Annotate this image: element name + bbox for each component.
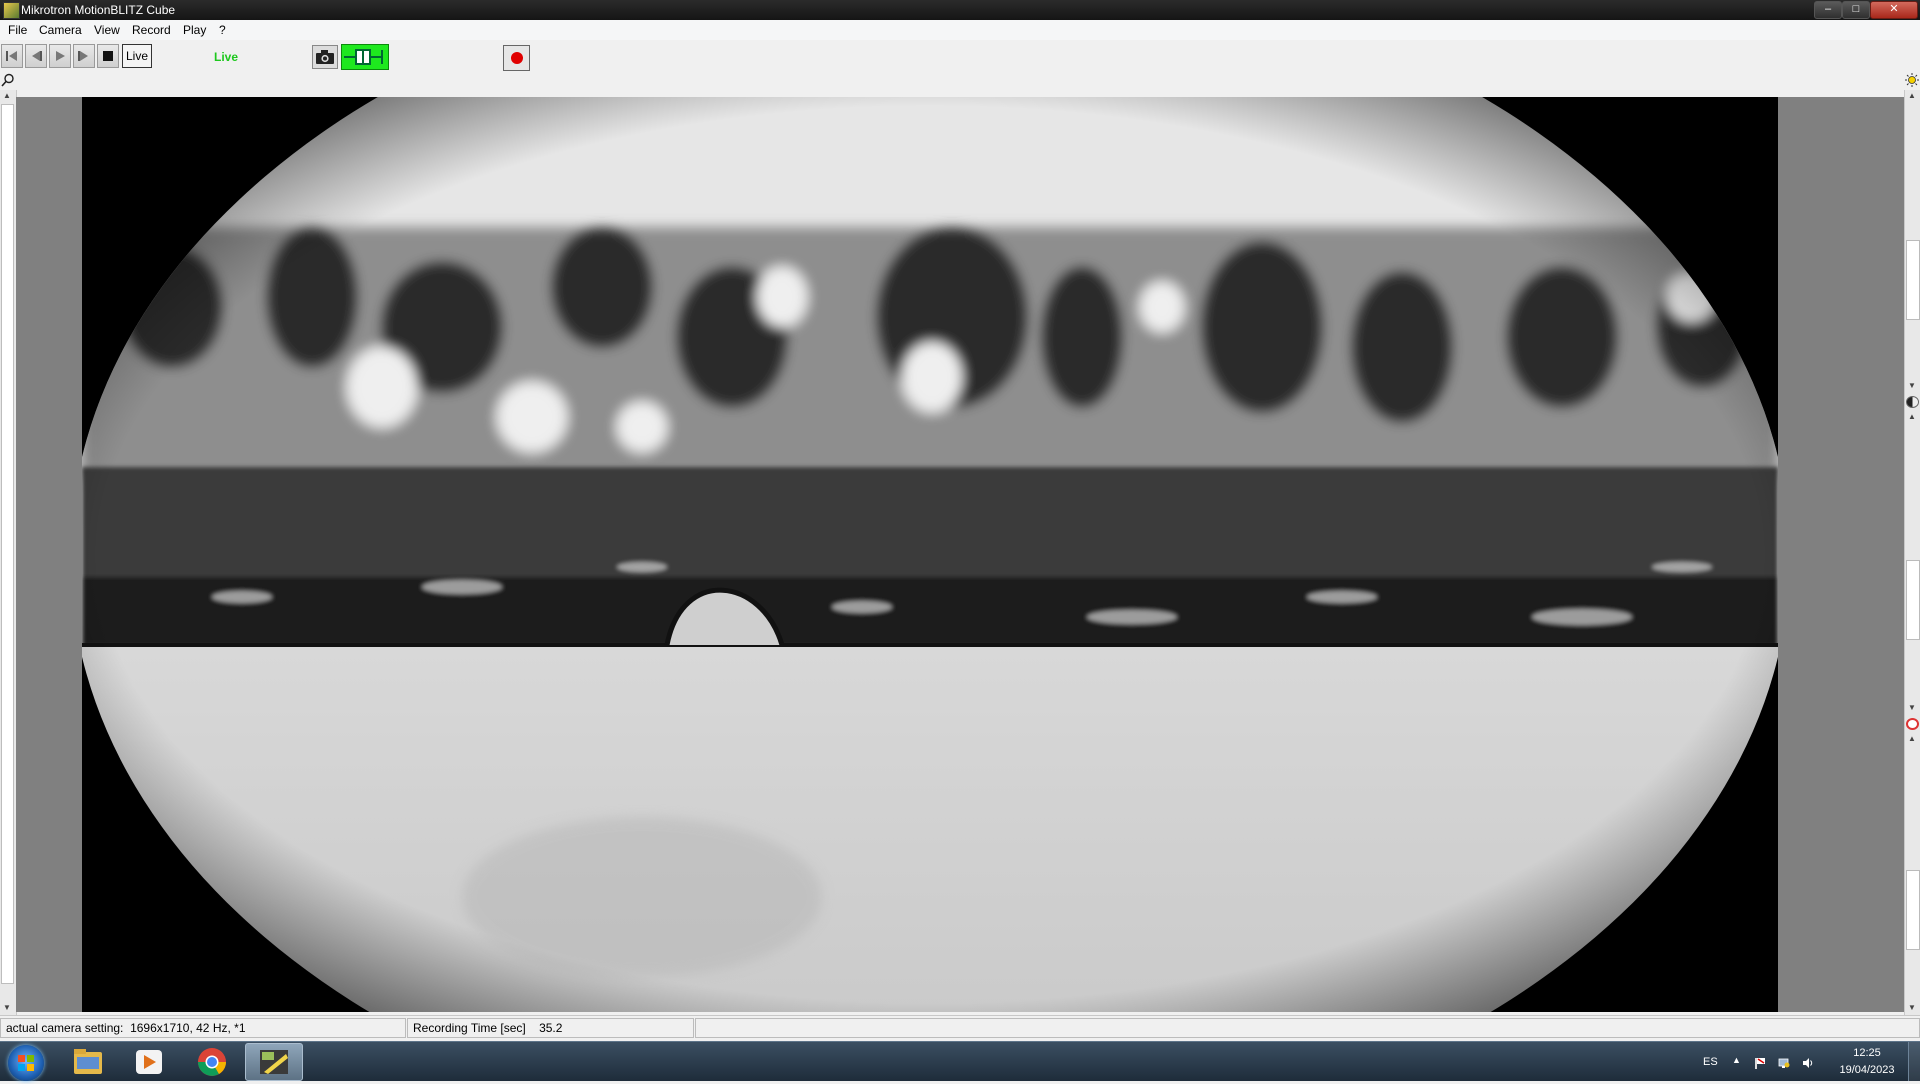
status-bar: actual camera setting: 1696x1710, 42 Hz,… bbox=[0, 1015, 1920, 1042]
toolbar: Live Live bbox=[0, 40, 1920, 73]
windows-logo-icon bbox=[18, 1055, 34, 1071]
tray-clock-date[interactable]: 19/04/2023 bbox=[1832, 1064, 1902, 1076]
play-button[interactable] bbox=[49, 44, 71, 68]
status-empty-pane bbox=[695, 1018, 1920, 1038]
stop-icon bbox=[103, 51, 113, 61]
menu-play[interactable]: Play bbox=[183, 23, 206, 37]
volume-icon[interactable] bbox=[1802, 1057, 1814, 1069]
camera-setting-label: actual camera setting: bbox=[6, 1021, 124, 1035]
maximize-button[interactable]: □ bbox=[1842, 1, 1870, 19]
close-button[interactable]: ✕ bbox=[1870, 1, 1918, 19]
play-icon bbox=[56, 51, 65, 61]
folder-icon bbox=[74, 1049, 102, 1074]
menu-record[interactable]: Record bbox=[132, 23, 171, 37]
tray-language[interactable]: ES bbox=[1703, 1056, 1718, 1068]
chrome-icon bbox=[198, 1048, 226, 1076]
slider-up-arrow-icon[interactable]: ▲ bbox=[1905, 90, 1919, 102]
skip-back-icon bbox=[6, 51, 17, 61]
menu-bar: File Camera View Record Play ? bbox=[0, 20, 1920, 41]
window-title: Mikrotron MotionBLITZ Cube bbox=[21, 3, 176, 17]
record-button[interactable] bbox=[503, 45, 530, 71]
recording-time-label: Recording Time [sec] bbox=[413, 1021, 526, 1035]
contrast-down-arrow-icon[interactable]: ▼ bbox=[1905, 702, 1919, 714]
taskbar-motionblitz[interactable] bbox=[245, 1043, 303, 1081]
scroll-down-arrow-icon[interactable]: ▼ bbox=[0, 1002, 14, 1014]
scroll-up-arrow-icon[interactable]: ▲ bbox=[0, 90, 14, 102]
brightness-slider-thumb[interactable] bbox=[1906, 240, 1920, 320]
step-back-button[interactable] bbox=[25, 44, 47, 68]
menu-file[interactable]: File bbox=[8, 23, 27, 37]
contrast-slider-thumb[interactable] bbox=[1906, 560, 1920, 640]
left-scrollbar[interactable]: ▲ ▼ bbox=[0, 90, 17, 1015]
right-tool-sliders[interactable]: ▲ ▼ ▲ ▼ ▲ ▼ bbox=[1904, 90, 1920, 1015]
trigger-icon bbox=[344, 49, 383, 65]
tray-expand-icon[interactable]: ▲ bbox=[1732, 1055, 1741, 1065]
camera-setting-pane: actual camera setting: 1696x1710, 42 Hz,… bbox=[0, 1018, 406, 1038]
taskbar-chrome[interactable] bbox=[183, 1043, 241, 1081]
gamma-slider-thumb[interactable] bbox=[1906, 870, 1920, 950]
record-icon bbox=[511, 52, 523, 64]
action-center-flag-icon[interactable] bbox=[1754, 1057, 1766, 1069]
contrast-icon bbox=[1906, 396, 1919, 408]
taskbar: ES ▲ 12:25 19/04/2023 bbox=[0, 1041, 1920, 1081]
camera-image bbox=[82, 97, 1778, 1012]
step-forward-icon bbox=[78, 51, 88, 61]
recording-time-value: 35.2 bbox=[539, 1021, 563, 1035]
network-icon[interactable] bbox=[1778, 1057, 1790, 1069]
live-button[interactable]: Live bbox=[122, 44, 152, 68]
trigger-button[interactable] bbox=[341, 44, 389, 70]
step-back-icon bbox=[32, 51, 42, 61]
left-scroll-thumb[interactable] bbox=[1, 104, 14, 984]
recording-time-pane: Recording Time [sec] 35.2 bbox=[407, 1018, 694, 1038]
taskbar-media-player[interactable] bbox=[120, 1043, 178, 1081]
gamma-icon bbox=[1906, 718, 1919, 730]
minimize-button[interactable]: – bbox=[1814, 1, 1842, 19]
app-icon bbox=[3, 2, 20, 19]
brightness-icon[interactable] bbox=[1905, 73, 1919, 87]
tray-clock-time[interactable]: 12:25 bbox=[1832, 1047, 1902, 1059]
zoom-icon[interactable] bbox=[1, 73, 15, 87]
stop-button[interactable] bbox=[97, 44, 119, 68]
gamma-up-arrow-icon[interactable]: ▲ bbox=[1905, 733, 1919, 745]
contrast-up-arrow-icon[interactable]: ▲ bbox=[1905, 411, 1919, 423]
snapshot-button[interactable] bbox=[312, 45, 338, 69]
menu-help[interactable]: ? bbox=[219, 23, 226, 37]
skip-back-button[interactable] bbox=[1, 44, 23, 68]
menu-view[interactable]: View bbox=[94, 23, 120, 37]
start-button[interactable] bbox=[8, 1045, 44, 1081]
menu-camera[interactable]: Camera bbox=[39, 23, 82, 37]
camera-setting-value: 1696x1710, 42 Hz, *1 bbox=[130, 1021, 246, 1035]
title-bar: Mikrotron MotionBLITZ Cube – □ ✕ bbox=[0, 0, 1920, 20]
slider-down-arrow-icon[interactable]: ▼ bbox=[1905, 380, 1919, 392]
step-forward-button[interactable] bbox=[73, 44, 95, 68]
live-status-label: Live bbox=[214, 50, 239, 64]
media-player-icon bbox=[136, 1050, 162, 1074]
motionblitz-app-icon bbox=[260, 1050, 288, 1074]
show-desktop-button[interactable] bbox=[1908, 1042, 1920, 1081]
taskbar-file-explorer[interactable] bbox=[59, 1043, 117, 1081]
camera-frame-graphic bbox=[82, 97, 1778, 1012]
camera-icon bbox=[316, 50, 334, 64]
gamma-down-arrow-icon[interactable]: ▼ bbox=[1905, 1002, 1919, 1014]
